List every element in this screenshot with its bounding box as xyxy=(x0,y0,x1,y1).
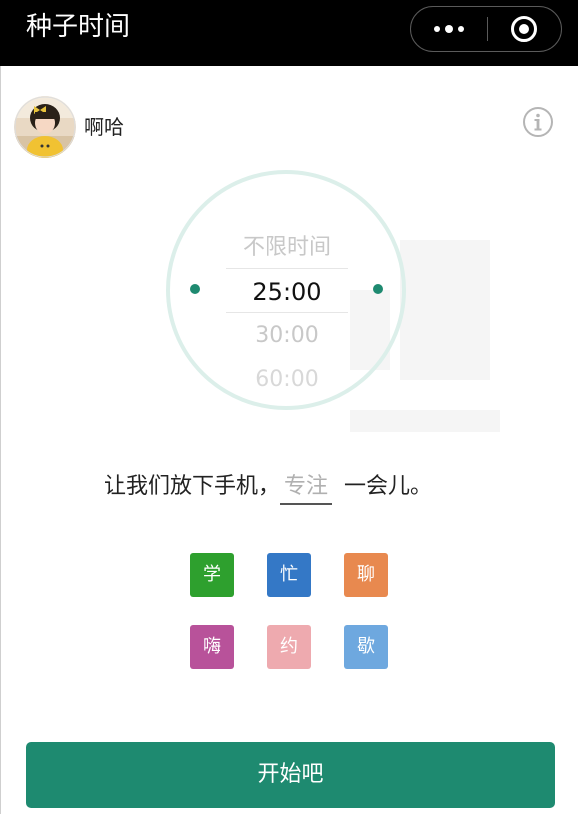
avatar[interactable] xyxy=(14,96,76,158)
username: 啊哈 xyxy=(84,115,124,139)
picker-divider xyxy=(226,268,348,269)
more-icon[interactable] xyxy=(411,7,487,50)
time-picker[interactable]: 不限时间 25:00 30:00 60:00 xyxy=(226,222,348,392)
top-bar: 种子时间 xyxy=(0,0,578,66)
avatar-image xyxy=(14,96,76,158)
info-icon[interactable] xyxy=(522,106,554,138)
tag-rest-button[interactable]: 歇 xyxy=(344,625,388,669)
tag-busy-button[interactable]: 忙 xyxy=(267,553,311,597)
focus-sentence: 让我们放下手机， 专注 一会儿。 xyxy=(104,470,432,506)
close-icon[interactable] xyxy=(487,7,561,50)
picker-divider xyxy=(226,312,348,313)
target-icon xyxy=(511,15,537,42)
dial-dot-left xyxy=(190,284,200,294)
left-border xyxy=(0,66,1,814)
page: 种子时间 啊哈 不限时间 25:00 30:00 60:00 让我们放下手机， … xyxy=(0,0,578,814)
menu-capsule xyxy=(410,6,562,52)
tag-study-button[interactable]: 学 xyxy=(190,553,234,597)
time-option[interactable]: 30:00 xyxy=(226,318,348,354)
tag-date-button[interactable]: 约 xyxy=(267,625,311,669)
dial-dot-right xyxy=(373,284,383,294)
app-title: 种子时间 xyxy=(26,12,131,42)
focus-input[interactable]: 专注 xyxy=(280,471,333,505)
time-option[interactable]: 不限时间 xyxy=(226,230,348,266)
start-button[interactable]: 开始吧 xyxy=(26,742,555,808)
time-option-selected[interactable]: 25:00 xyxy=(226,272,348,312)
time-option[interactable]: 60:00 xyxy=(226,362,348,392)
sentence-suffix: 一会儿。 xyxy=(344,474,433,499)
tag-fun-button[interactable]: 嗨 xyxy=(190,625,234,669)
tag-chat-button[interactable]: 聊 xyxy=(344,553,388,597)
sentence-prefix: 让我们放下手机， xyxy=(104,474,281,499)
